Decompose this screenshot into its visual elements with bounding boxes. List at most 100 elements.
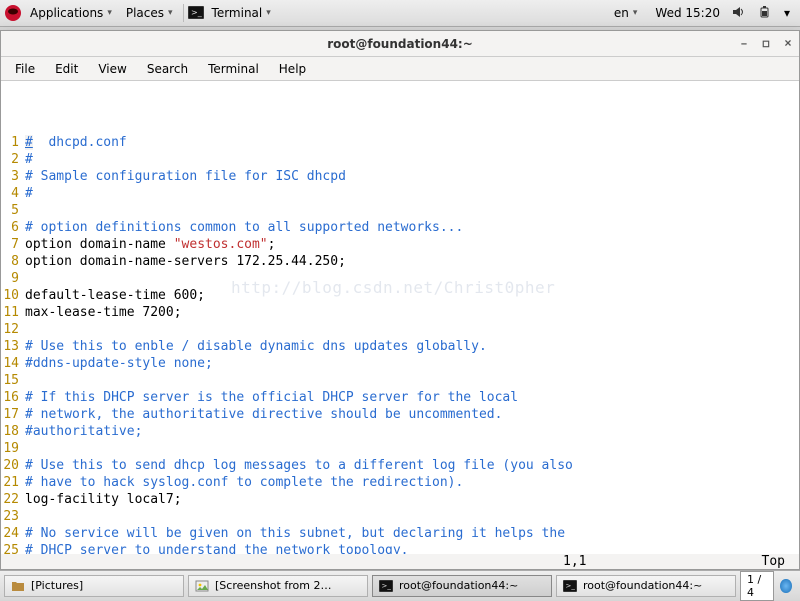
line-content: # Use this to send dhcp log messages to … [25, 457, 793, 474]
task-label: root@foundation44:~ [399, 579, 518, 592]
editor-line: 21# have to hack syslog.conf to complete… [3, 474, 793, 491]
line-content [25, 270, 793, 287]
panel-right: en ▾ Wed 15:20 ▾ [608, 4, 796, 22]
gnome-bottom-panel: [Pictures] [Screenshot from 2… >_ root@foun… [0, 570, 800, 600]
active-app-menu[interactable]: Terminal ▾ [206, 4, 277, 22]
editor-line: 14#ddns-update-style none; [3, 355, 793, 372]
editor-line: 3# Sample configuration file for ISC dhc… [3, 168, 793, 185]
line-content: log-facility local7; [25, 491, 793, 508]
editor-line: 22log-facility local7; [3, 491, 793, 508]
editor-line: 11max-lease-time 7200; [3, 304, 793, 321]
line-number: 11 [3, 304, 25, 321]
line-content: default-lease-time 600; [25, 287, 793, 304]
show-desktop-icon[interactable] [780, 579, 792, 593]
line-content [25, 508, 793, 525]
workspace-indicator[interactable]: 1 / 4 [740, 571, 774, 601]
taskbar-task[interactable]: [Screenshot from 2… [188, 575, 368, 597]
line-number: 9 [3, 270, 25, 287]
editor-line: 25# DHCP server to understand the networ… [3, 542, 793, 554]
caret-icon: ▾ [266, 8, 271, 18]
line-content [25, 202, 793, 219]
line-number: 13 [3, 338, 25, 355]
menu-help[interactable]: Help [271, 60, 314, 78]
places-label: Places [126, 6, 164, 20]
line-content: # option definitions common to all suppo… [25, 219, 793, 236]
maximize-button[interactable]: ◻ [755, 36, 777, 51]
battery-icon[interactable] [758, 5, 772, 22]
line-number: 17 [3, 406, 25, 423]
line-content: # have to hack syslog.conf to complete t… [25, 474, 793, 491]
caret-icon: ▾ [168, 8, 173, 18]
menu-terminal[interactable]: Terminal [200, 60, 267, 78]
vim-statusline: 1,1 Top [1, 554, 799, 569]
line-number: 10 [3, 287, 25, 304]
applications-menu[interactable]: Applications ▾ [24, 4, 118, 22]
clock[interactable]: Wed 15:20 [655, 6, 720, 20]
menubar: File Edit View Search Terminal Help [1, 57, 799, 81]
line-number: 20 [3, 457, 25, 474]
line-content [25, 440, 793, 457]
taskbar-task[interactable]: >_ root@foundation44:~ [372, 575, 552, 597]
volume-icon[interactable] [732, 5, 746, 22]
editor-line: 24# No service will be given on this sub… [3, 525, 793, 542]
menu-file[interactable]: File [7, 60, 43, 78]
window-titlebar[interactable]: root@foundation44:~ – ◻ × [1, 31, 799, 57]
menu-edit[interactable]: Edit [47, 60, 86, 78]
editor-line: 2# [3, 151, 793, 168]
folder-icon [11, 579, 25, 593]
editor-line: 7option domain-name "westos.com"; [3, 236, 793, 253]
taskbar-task[interactable]: [Pictures] [4, 575, 184, 597]
line-number: 24 [3, 525, 25, 542]
distro-icon [4, 4, 22, 22]
svg-text:>_: >_ [566, 582, 576, 590]
menu-search[interactable]: Search [139, 60, 196, 78]
editor-line: 10default-lease-time 600; [3, 287, 793, 304]
task-label: root@foundation44:~ [583, 579, 702, 592]
line-content: # [25, 151, 793, 168]
line-number: 16 [3, 389, 25, 406]
menu-view[interactable]: View [90, 60, 134, 78]
editor-line: 23 [3, 508, 793, 525]
caret-icon: ▾ [107, 8, 112, 18]
editor-line: 1# dhcpd.conf [3, 134, 793, 151]
line-number: 8 [3, 253, 25, 270]
minimize-button[interactable]: – [733, 37, 755, 51]
gnome-top-panel: Applications ▾ Places ▾ >_ Terminal ▾ en… [0, 0, 800, 27]
line-number: 25 [3, 542, 25, 554]
close-button[interactable]: × [777, 37, 799, 51]
places-menu[interactable]: Places ▾ [120, 4, 179, 22]
line-number: 3 [3, 168, 25, 185]
editor-line: 13# Use this to enble / disable dynamic … [3, 338, 793, 355]
editor-line: 16# If this DHCP server is the official … [3, 389, 793, 406]
line-number: 14 [3, 355, 25, 372]
terminal-window: root@foundation44:~ – ◻ × File Edit View… [0, 30, 800, 570]
taskbar-task[interactable]: >_ root@foundation44:~ [556, 575, 736, 597]
editor-line: 5 [3, 202, 793, 219]
input-source-label: en [614, 6, 629, 20]
editor-viewport[interactable]: http://blog.csdn.net/Christ0pher 1# dhcp… [1, 81, 799, 554]
svg-text:>_: >_ [382, 582, 392, 590]
term-icon: >_ [379, 579, 393, 593]
system-menu-caret-icon[interactable]: ▾ [784, 6, 790, 20]
cursor-position: 1,1 [563, 554, 743, 569]
line-number: 4 [3, 185, 25, 202]
line-number: 5 [3, 202, 25, 219]
line-number: 23 [3, 508, 25, 525]
line-content: # DHCP server to understand the network … [25, 542, 793, 554]
line-number: 19 [3, 440, 25, 457]
editor-line: 4# [3, 185, 793, 202]
term-icon: >_ [563, 579, 577, 593]
line-number: 2 [3, 151, 25, 168]
task-label: [Pictures] [31, 579, 83, 592]
editor-line: 20# Use this to send dhcp log messages t… [3, 457, 793, 474]
line-content: # [25, 185, 793, 202]
panel-separator [183, 4, 184, 22]
workspace-pager: 1 / 4 [740, 571, 796, 601]
panel-left: Applications ▾ Places ▾ >_ Terminal ▾ [4, 4, 277, 22]
image-icon [195, 579, 209, 593]
line-content: # Use this to enble / disable dynamic dn… [25, 338, 793, 355]
line-number: 15 [3, 372, 25, 389]
caret-icon: ▾ [633, 8, 638, 18]
line-content: # No service will be given on this subne… [25, 525, 793, 542]
input-source-indicator[interactable]: en ▾ [608, 4, 644, 22]
